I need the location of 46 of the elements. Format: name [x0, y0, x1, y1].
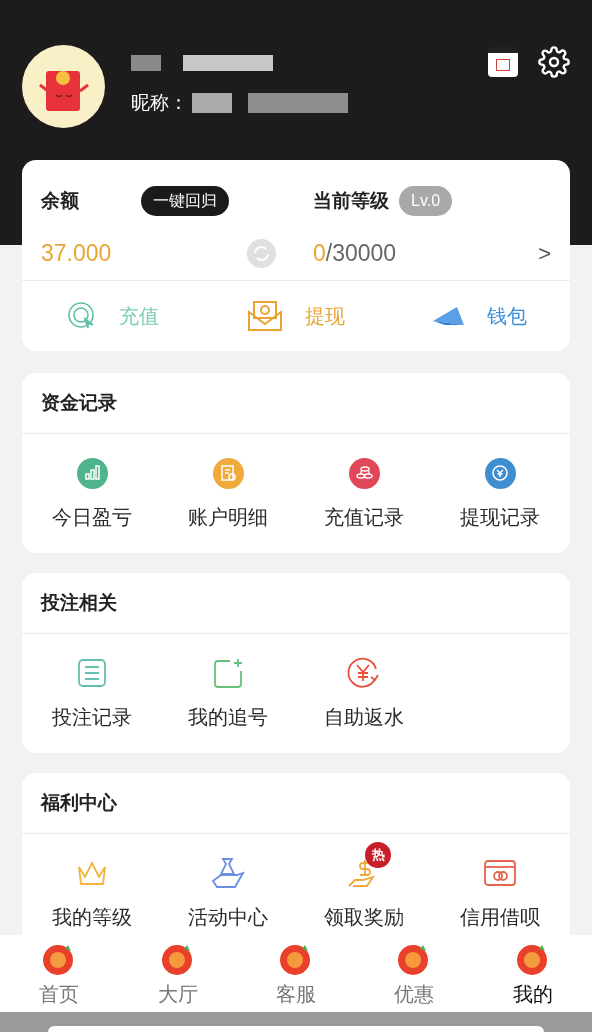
level-arrow[interactable]: > [538, 236, 551, 270]
menu-item-label[interactable]: 我的等级 [52, 902, 132, 932]
envelope-icon [247, 300, 283, 332]
hot-badge: 热 [365, 842, 391, 868]
menu-item-label[interactable]: 充值记录 [324, 502, 404, 532]
tab[interactable]: 大厅 [118, 938, 237, 1009]
menu-item-label[interactable]: 账户明细 [188, 502, 268, 532]
menu-item-label[interactable]: 活动中心 [188, 902, 268, 932]
yen-circle-icon [484, 457, 516, 489]
tab[interactable]: 我的 [473, 938, 592, 1009]
tab-icon [515, 942, 550, 975]
menu-item-label[interactable]: 我的追号 [188, 702, 268, 732]
level-label: 当前等级 [313, 188, 389, 213]
nickname-label: 昵称： [131, 90, 188, 115]
menu-item-label[interactable]: 今日盈亏 [52, 502, 132, 532]
level-progress-total: /30000 [325, 239, 397, 266]
tab[interactable]: 首页 [0, 938, 119, 1009]
level-progress-current: 0 [313, 239, 326, 266]
crown-icon [75, 859, 109, 887]
settings-icon[interactable] [538, 46, 570, 78]
sign-in-calendar-icon[interactable] [488, 47, 518, 77]
list-icon [77, 658, 107, 688]
level-badge: Lv.0 [399, 186, 453, 216]
menu-item-label[interactable]: 自助返水 [324, 702, 404, 732]
document-search-icon [212, 457, 244, 489]
credit-card-icon [483, 859, 517, 887]
tab-icon [279, 942, 313, 975]
section-title: 福利中心 [41, 790, 117, 815]
menu-item-label[interactable]: 信用借呗 [460, 902, 540, 932]
avatar-drawing[interactable] [22, 44, 105, 128]
coins-icon [348, 457, 380, 489]
menu-item-label[interactable]: 提现记录 [460, 502, 540, 532]
bar-chart-icon [76, 457, 108, 489]
yen-refresh-icon [347, 657, 381, 689]
menu-item-label[interactable]: 投注记录 [52, 702, 132, 732]
section-title: 投注相关 [41, 590, 117, 615]
one-click-return-button[interactable]: 一键回归 [141, 186, 229, 216]
menu-item-label[interactable]: 领取奖励 [324, 902, 404, 932]
tab[interactable]: 客服 [236, 938, 356, 1009]
balance-amount: 37.000 [41, 238, 113, 268]
money-bag-hand-icon [211, 857, 245, 889]
section-title: 资金记录 [41, 390, 117, 415]
tab-icon [160, 942, 195, 975]
tab[interactable]: 优惠 [355, 938, 474, 1009]
balance-label: 余额 [41, 188, 80, 213]
square-plus-icon [212, 657, 244, 689]
